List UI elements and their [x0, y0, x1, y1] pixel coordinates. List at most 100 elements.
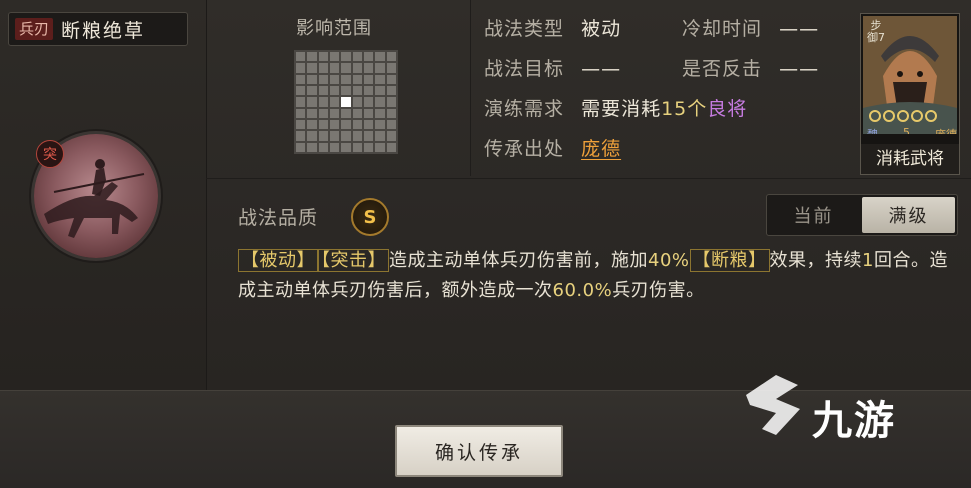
range-cell — [375, 119, 385, 130]
range-cell — [329, 119, 340, 130]
charge-type-badge: 突 — [36, 140, 64, 168]
range-cell — [363, 97, 374, 107]
range-cell — [363, 85, 374, 96]
range-cell — [363, 63, 374, 73]
range-cell — [386, 52, 396, 62]
info-source-row: 传承出处 庞德 — [484, 134, 621, 161]
general-name: 庞德 — [935, 126, 957, 134]
skill-name: 断粮绝草 — [61, 19, 146, 42]
range-cell — [318, 97, 328, 107]
general-meta: 魏 5 庞德 — [867, 126, 957, 134]
range-cell — [352, 63, 362, 73]
tag-passive: 【被动】 — [238, 249, 318, 272]
range-cell — [352, 108, 362, 118]
range-cell — [329, 52, 340, 62]
star-icon — [925, 110, 937, 122]
range-cell — [386, 74, 396, 84]
range-cell — [341, 74, 351, 84]
range-cell — [352, 85, 362, 96]
target-label: 战法目标 — [484, 58, 565, 80]
range-cell — [318, 63, 328, 73]
range-cell — [341, 131, 351, 141]
range-cell — [329, 85, 340, 96]
info-type-row: 战法类型 被动 — [484, 14, 621, 41]
range-cell — [318, 142, 328, 152]
confirm-inherit-button[interactable]: 确认传承 — [395, 425, 563, 477]
general-card-label: 消耗武将 — [861, 144, 959, 174]
quality-grade-badge: S — [351, 198, 389, 236]
troop-type-icon: 步 御7 — [867, 20, 885, 44]
range-cell — [386, 119, 396, 130]
train-prefix: 需要消耗 — [581, 98, 662, 120]
tab-max-level[interactable]: 满级 — [862, 197, 955, 233]
desc-pct2: 60.0% — [552, 280, 613, 301]
range-cell — [386, 108, 396, 118]
range-cell — [375, 108, 385, 118]
range-label: 影响范围 — [296, 18, 372, 39]
range-grid — [294, 50, 398, 154]
desc-pct1: 40% — [648, 250, 690, 271]
skill-description: 【被动】 【突击】 造成主动单体兵刃伤害前，施加40% 【断粮】 效果，持续1回合。造成… — [238, 246, 958, 306]
desc-part4: 兵刃伤害。 — [612, 280, 705, 301]
range-cell — [296, 131, 306, 141]
train-item: 良将 — [707, 98, 748, 120]
range-cell — [341, 108, 351, 118]
skill-name-tag: 兵刃 断粮绝草 — [8, 12, 188, 46]
range-cell — [375, 97, 385, 107]
range-cell-center — [341, 97, 351, 107]
range-cell — [296, 142, 306, 152]
tag-grain: 【断粮】 — [689, 249, 770, 272]
range-cell — [363, 119, 374, 130]
target-value: —— — [581, 58, 622, 80]
general-stars — [869, 110, 937, 122]
range-cell — [296, 97, 306, 107]
info-counter-row: 是否反击 —— — [682, 54, 819, 81]
general-faction: 魏 — [867, 126, 878, 134]
divider — [206, 178, 971, 179]
range-cell — [352, 74, 362, 84]
range-cell — [363, 108, 374, 118]
range-cell — [329, 74, 340, 84]
range-cell — [375, 142, 385, 152]
star-icon — [883, 110, 895, 122]
range-cell — [318, 85, 328, 96]
tab-current-level[interactable]: 当前 — [767, 195, 860, 235]
range-cell — [296, 74, 306, 84]
quality-label: 战法品质 — [238, 207, 319, 229]
range-cell — [307, 131, 317, 141]
range-cell — [363, 74, 374, 84]
range-cell — [318, 52, 328, 62]
train-count: 15个 — [661, 98, 708, 120]
range-cell — [318, 119, 328, 130]
cooldown-label: 冷却时间 — [682, 18, 763, 40]
range-cell — [375, 85, 385, 96]
range-cell — [352, 119, 362, 130]
source-general-link[interactable]: 庞德 — [581, 138, 621, 160]
range-cell — [363, 52, 374, 62]
star-icon — [897, 110, 909, 122]
type-label: 战法类型 — [484, 18, 565, 40]
range-cell — [296, 108, 306, 118]
range-cell — [386, 142, 396, 152]
range-cell — [375, 63, 385, 73]
range-cell — [329, 63, 340, 73]
general-card[interactable]: 步 御7 魏 5 庞德 消耗武将 — [860, 13, 960, 175]
counter-value: —— — [779, 58, 820, 80]
source-label: 传承出处 — [484, 138, 565, 160]
range-cell — [329, 108, 340, 118]
range-cell — [318, 108, 328, 118]
range-cell — [352, 131, 362, 141]
range-cell — [307, 52, 317, 62]
range-cell — [307, 142, 317, 152]
general-cost: 御7 — [867, 31, 885, 44]
star-icon — [869, 110, 881, 122]
range-cell — [363, 131, 374, 141]
info-target-row: 战法目标 —— — [484, 54, 621, 81]
watermark-text: 九游 — [812, 398, 896, 444]
range-cell — [341, 63, 351, 73]
general-portrait: 步 御7 魏 5 庞德 — [863, 16, 957, 134]
range-cell — [307, 63, 317, 73]
train-label: 演练需求 — [484, 98, 565, 120]
range-cell — [386, 131, 396, 141]
range-cell — [296, 119, 306, 130]
